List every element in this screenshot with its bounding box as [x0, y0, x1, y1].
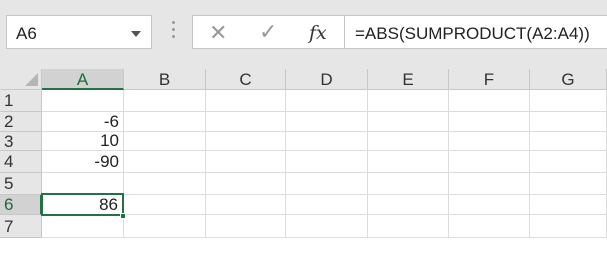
row-header-2[interactable]: 2: [0, 112, 42, 132]
column-header-g[interactable]: G: [530, 69, 607, 90]
cell-e7[interactable]: [368, 215, 449, 238]
cell-b4[interactable]: [124, 151, 206, 173]
cell-d4[interactable]: [286, 151, 368, 173]
cell-a3[interactable]: 10: [42, 132, 124, 151]
cell-d5[interactable]: [286, 173, 368, 195]
row-header-6[interactable]: 6: [0, 195, 42, 215]
cancel-icon[interactable]: ✕: [209, 22, 227, 44]
cell-b3[interactable]: [124, 132, 206, 151]
cell-b2[interactable]: [124, 112, 206, 132]
cell-d6[interactable]: [286, 195, 368, 215]
cell-d7[interactable]: [286, 215, 368, 238]
select-all-icon: [25, 73, 38, 86]
row-header-1[interactable]: 1: [0, 90, 42, 112]
cell-g1[interactable]: [530, 90, 607, 112]
cell-c1[interactable]: [206, 90, 286, 112]
row-header-3[interactable]: 3: [0, 132, 42, 151]
cell-a1[interactable]: [42, 90, 124, 112]
cell-b6[interactable]: [124, 195, 206, 215]
cell-a4[interactable]: -90: [42, 151, 124, 173]
cell-d1[interactable]: [286, 90, 368, 112]
cell-c2[interactable]: [206, 112, 286, 132]
cell-e1[interactable]: [368, 90, 449, 112]
cell-g5[interactable]: [530, 173, 607, 195]
formula-buttons: ✕ ✓ fx: [192, 15, 344, 49]
name-box[interactable]: A6: [6, 15, 152, 49]
cell-g2[interactable]: [530, 112, 607, 132]
column-header-d[interactable]: D: [286, 69, 368, 90]
cell-g4[interactable]: [530, 151, 607, 173]
column-header-e[interactable]: E: [368, 69, 449, 90]
row-header-7[interactable]: 7: [0, 215, 42, 238]
cell-b1[interactable]: [124, 90, 206, 112]
fill-handle[interactable]: [120, 213, 126, 219]
cell-a2[interactable]: -6: [42, 112, 124, 132]
cell-f4[interactable]: [449, 151, 530, 173]
enter-icon[interactable]: ✓: [259, 21, 277, 43]
cell-a7[interactable]: [42, 215, 124, 238]
cell-f2[interactable]: [449, 112, 530, 132]
formula-bar-grip-icon[interactable]: [172, 21, 176, 41]
cell-d3[interactable]: [286, 132, 368, 151]
formula-input[interactable]: =ABS(SUMPRODUCT(A2:A4)): [344, 15, 607, 49]
cell-e3[interactable]: [368, 132, 449, 151]
cell-c7[interactable]: [206, 215, 286, 238]
cell-d2[interactable]: [286, 112, 368, 132]
column-header-b[interactable]: B: [124, 69, 206, 90]
cell-b5[interactable]: [124, 173, 206, 195]
row-header-4[interactable]: 4: [0, 151, 42, 173]
row-header-5[interactable]: 5: [0, 173, 42, 195]
formula-text: =ABS(SUMPRODUCT(A2:A4)): [355, 24, 590, 43]
cell-f1[interactable]: [449, 90, 530, 112]
column-header-c[interactable]: C: [206, 69, 286, 90]
name-box-value: A6: [16, 24, 37, 43]
cell-g3[interactable]: [530, 132, 607, 151]
cell-f6[interactable]: [449, 195, 530, 215]
cell-f3[interactable]: [449, 132, 530, 151]
insert-function-button[interactable]: fx: [309, 22, 327, 44]
chevron-down-icon[interactable]: [131, 31, 141, 37]
select-all-button[interactable]: [0, 69, 42, 90]
cell-g6[interactable]: [530, 195, 607, 215]
cell-f5[interactable]: [449, 173, 530, 195]
cell-c4[interactable]: [206, 151, 286, 173]
cell-c5[interactable]: [206, 173, 286, 195]
cell-e2[interactable]: [368, 112, 449, 132]
formula-bar: A6 ✕ ✓ fx =ABS(SUMPRODUCT(A2:A4)): [0, 0, 607, 69]
column-header-f[interactable]: F: [449, 69, 530, 90]
cell-e6[interactable]: [368, 195, 449, 215]
cell-e4[interactable]: [368, 151, 449, 173]
column-header-a[interactable]: A: [42, 69, 124, 90]
cell-e5[interactable]: [368, 173, 449, 195]
cell-g7[interactable]: [530, 215, 607, 238]
cell-c3[interactable]: [206, 132, 286, 151]
cell-a6[interactable]: 86: [41, 193, 124, 216]
cell-c6[interactable]: [206, 195, 286, 215]
cell-f7[interactable]: [449, 215, 530, 238]
cell-a5[interactable]: [42, 173, 124, 195]
cell-b7[interactable]: [124, 215, 206, 238]
